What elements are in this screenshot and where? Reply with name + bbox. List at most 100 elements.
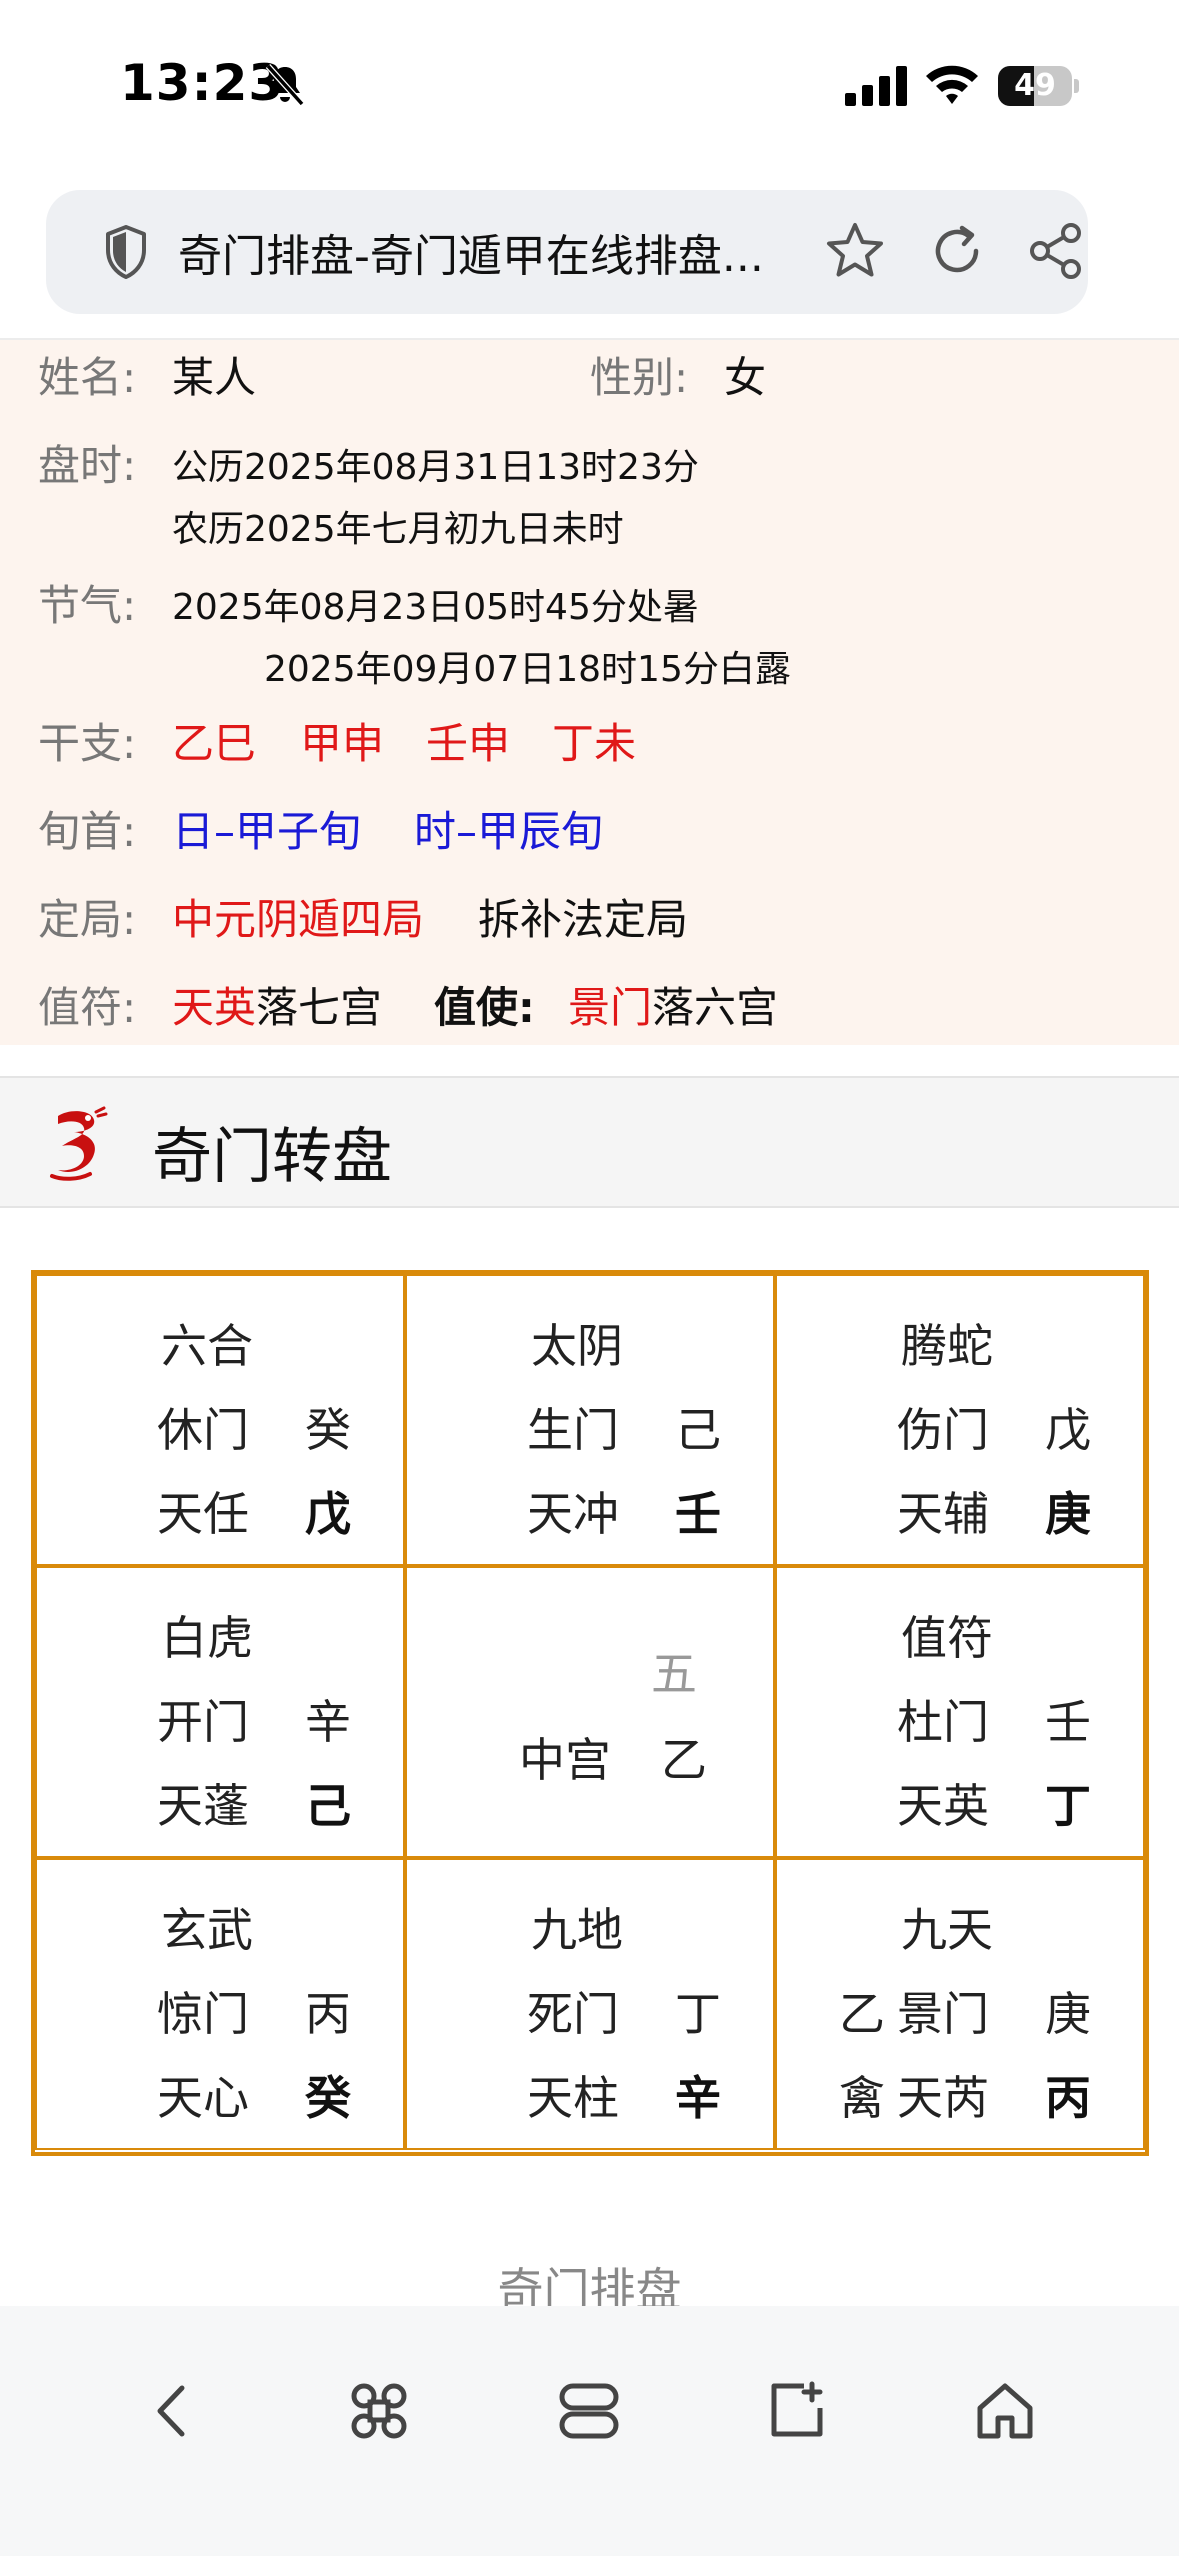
qimen-palace-grid: 六合 休门癸 天任戊 太阴 生门己 天冲壬 腾蛇 伤门戊 天辅庚 白虎 开门辛 …: [31, 1270, 1149, 2156]
share-icon[interactable]: [1028, 222, 1084, 280]
xunshou-day: 日–甲子旬: [172, 807, 362, 856]
palace-star-stem: 丙: [1045, 2071, 1091, 2125]
zhishi-value: 景门落六宫: [568, 974, 778, 1035]
palace-star: 天英: [897, 1779, 989, 1833]
palace-star: 天任: [157, 1487, 249, 1541]
palace-door-row: 惊门 丙: [157, 1978, 351, 2044]
palace-star: 天蓬: [157, 1779, 249, 1833]
chart-info-panel: 姓名: 某人 性别: 女 盘时: 公历2025年08月31日13时23分 农历2…: [0, 340, 1179, 1045]
palace-god: 白虎: [161, 1611, 253, 1665]
palace-door: 景门: [897, 1987, 989, 2041]
palace-star-stem: 戊: [305, 1487, 351, 1541]
star-icon[interactable]: [824, 220, 886, 282]
home-icon[interactable]: [972, 2378, 1038, 2444]
palace-god: 九地: [531, 1903, 623, 1957]
palace-star-stem: 壬: [675, 1487, 721, 1541]
zhifu-value: 天英落七宫: [172, 974, 382, 1035]
palace-cell: 六合 休门 癸 天任 戊: [35, 1274, 405, 1566]
battery-icon: 49: [998, 64, 1080, 108]
center-palace-label: 中宫: [519, 1733, 611, 1787]
status-time: 13:23: [120, 54, 285, 112]
palace-door-row: 杜门 壬: [897, 1686, 1091, 1752]
status-bar: 13:23 49: [0, 0, 1179, 170]
zhishi-door: 景门: [568, 983, 653, 1032]
palace-god: 太阴: [531, 1319, 623, 1373]
time-label: 盘时:: [38, 441, 137, 490]
ju-label: 定局:: [38, 895, 137, 944]
palace-door-row: 伤门 戊: [897, 1394, 1091, 1460]
palace-god: 腾蛇: [901, 1319, 993, 1373]
palace-star-row: 天冲 壬: [527, 1478, 721, 1544]
palace-door: 休门: [157, 1403, 249, 1457]
ganzhi-month: 甲申: [300, 719, 385, 768]
palace-god: 玄武: [161, 1903, 253, 1957]
palace-door: 开门: [157, 1695, 249, 1749]
xunshou-label: 旬首:: [38, 807, 137, 856]
palace-star-row: 天芮 丙: [897, 2062, 1091, 2128]
ganzhi-day: 壬申: [426, 719, 511, 768]
back-icon[interactable]: [140, 2378, 206, 2444]
palace-cell: 太阴 生门 己 天冲 壬: [405, 1274, 775, 1566]
ju-method: 拆补法定局: [478, 895, 689, 944]
palace-star: 天芮: [897, 2071, 989, 2125]
palace-star: 天柱: [527, 2071, 619, 2125]
palace-door-stem: 己: [675, 1403, 721, 1457]
palace-door: 伤门: [897, 1403, 989, 1457]
new-tab-icon[interactable]: [764, 2378, 830, 2444]
command-menu-icon[interactable]: [346, 2378, 412, 2444]
jieqi-first: 2025年08月23日05时45分处暑: [172, 587, 699, 628]
tabs-icon[interactable]: [556, 2378, 622, 2444]
battery-percent: 49: [1014, 68, 1056, 103]
palace-door-row: 景门 庚: [897, 1978, 1091, 2044]
lunar-date: 农历2025年七月初九日未时: [172, 509, 624, 550]
palace-cell: 九天 乙 景门 庚 禽 天芮 丙: [775, 1858, 1145, 2150]
gender-label: 性别:: [590, 353, 689, 402]
palace-cell: 玄武 惊门 丙 天心 癸: [35, 1858, 405, 2150]
section-header: 奇门转盘: [0, 1076, 1179, 1208]
palace-cell: 九地 死门 丁 天柱 辛: [405, 1858, 775, 2150]
palace-god: 六合: [161, 1319, 253, 1373]
palace-star-row: 天心 癸: [157, 2062, 351, 2128]
zhifu-label: 值符:: [38, 983, 137, 1032]
palace-star-stem: 庚: [1045, 1487, 1091, 1541]
palace-door: 生门: [527, 1403, 619, 1457]
center-palace-number: 五: [651, 1647, 697, 1701]
gender-value: 女: [724, 353, 767, 402]
jieqi-second: 2025年09月07日18时15分白露: [264, 649, 791, 690]
dragon-logo-icon: [50, 1106, 108, 1181]
palace-door-stem: 辛: [305, 1695, 351, 1749]
bell-muted-icon: [265, 63, 305, 107]
palace-door: 杜门: [897, 1695, 989, 1749]
wifi-icon: [926, 65, 978, 104]
palace-god: 值符: [901, 1611, 993, 1665]
cellular-signal-icon: [845, 66, 907, 106]
palace-cell: 值符 杜门 壬 天英 丁: [775, 1566, 1145, 1858]
palace-door-stem: 壬: [1045, 1695, 1091, 1749]
palace-door-row: 死门 丁: [527, 1978, 721, 2044]
xunshou-hour: 时–甲辰旬: [414, 807, 604, 856]
shield-icon[interactable]: [104, 224, 148, 280]
palace-star-row: 天柱 辛: [527, 2062, 721, 2128]
palace-cell: 腾蛇 伤门 戊 天辅 庚: [775, 1274, 1145, 1566]
zhishi-palace: 落六宫: [652, 983, 779, 1032]
palace-door: 惊门: [157, 1987, 249, 2041]
zhifu-palace: 落七宫: [256, 983, 383, 1032]
palace-star-row: 天任 戊: [157, 1478, 351, 1544]
address-bar[interactable]: 奇门排盘-奇门遁甲在线排盘...: [46, 190, 1088, 314]
palace-star: 天心: [157, 2071, 249, 2125]
palace-star: 天冲: [527, 1487, 619, 1541]
page-title[interactable]: 奇门排盘-奇门遁甲在线排盘...: [178, 220, 858, 284]
zhifu-star: 天英: [172, 983, 257, 1032]
solar-date: 公历2025年08月31日13时23分: [172, 447, 699, 488]
browser-bottom-toolbar: [0, 2306, 1179, 2556]
section-title: 奇门转盘: [152, 1122, 392, 1192]
ganzhi-label: 干支:: [38, 719, 137, 768]
jieqi-label: 节气:: [38, 581, 137, 630]
palace-star-stem: 丁: [1045, 1779, 1091, 1833]
reload-icon[interactable]: [928, 222, 986, 280]
palace-door-stem: 丙: [305, 1987, 351, 2041]
palace-star-row: 天蓬 己: [157, 1770, 351, 1836]
palace-door: 死门: [527, 1987, 619, 2041]
palace-star-row: 天辅 庚: [897, 1478, 1091, 1544]
palace-star-stem: 癸: [305, 2071, 351, 2125]
